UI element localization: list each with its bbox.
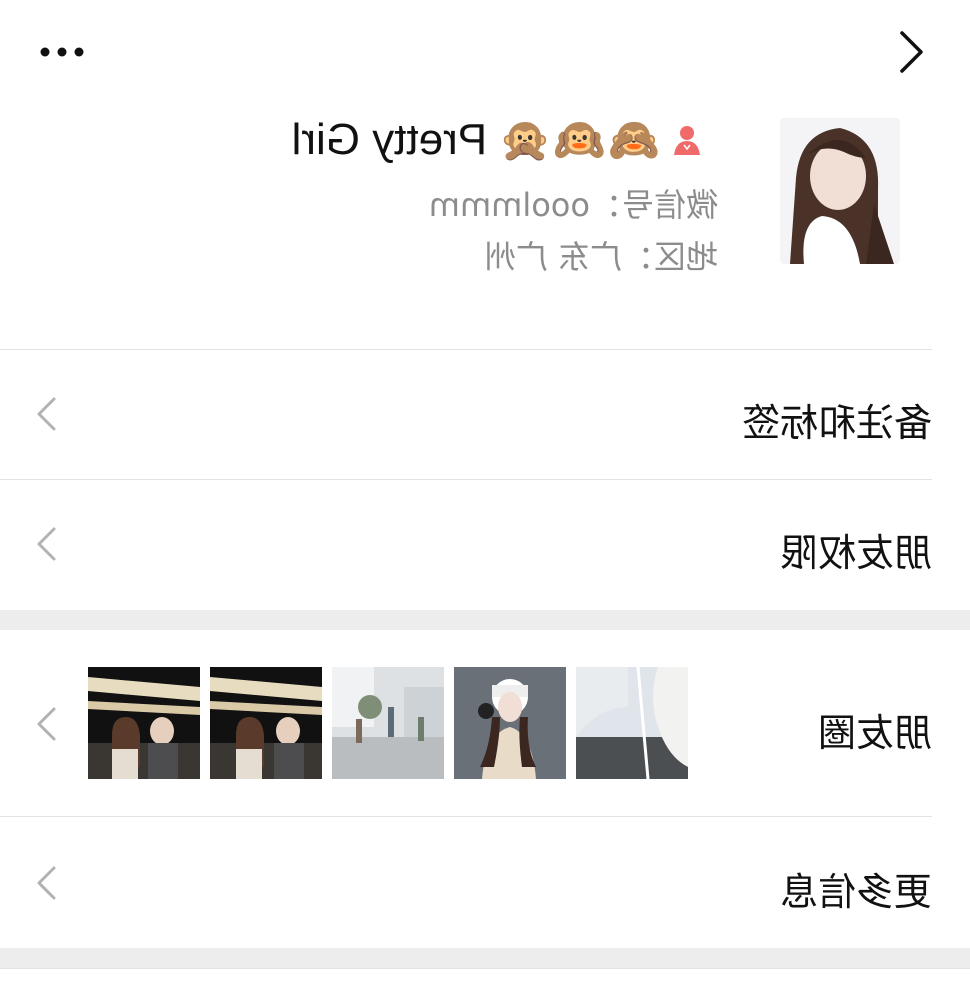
moment-photo[interactable] <box>88 667 200 779</box>
region: 地区：广东 广州 <box>483 238 718 276</box>
profile-header: 🙈🙉🙊 Pretty Girl 微信号：ooolmmm 地区：广东 广州 <box>0 100 970 350</box>
contact-name: Pretty Girl <box>291 115 488 164</box>
chevron-back-icon <box>900 31 923 73</box>
more-dots-icon <box>40 47 84 57</box>
row-more-label: 更多信息 <box>779 870 932 914</box>
avatar[interactable] <box>780 118 900 264</box>
row-friend-permissions[interactable]: 朋友权限 <box>0 480 932 608</box>
top-bar <box>0 0 970 100</box>
section-gap <box>0 610 970 630</box>
chevron-right-icon <box>37 707 56 741</box>
row-more-info[interactable]: 更多信息 <box>0 817 932 947</box>
moment-photo[interactable] <box>454 667 566 779</box>
back-button[interactable] <box>882 22 942 82</box>
name-emojis: 🙈🙉🙊 <box>497 115 660 164</box>
row-remark-tags[interactable]: 备注和标签 <box>0 350 932 478</box>
female-icon <box>674 126 700 155</box>
moment-photo[interactable] <box>210 667 322 779</box>
name-row: 🙈🙉🙊 Pretty Girl <box>292 110 718 170</box>
row-moments-label: 朋友圈 <box>817 711 932 755</box>
section-gap <box>0 948 970 968</box>
chevron-right-icon <box>37 527 56 561</box>
row-permission-label: 朋友权限 <box>779 531 932 575</box>
more-options-button[interactable] <box>26 26 98 78</box>
chevron-right-icon <box>37 397 56 431</box>
row-moments[interactable]: 朋友圈 <box>0 630 932 816</box>
moment-photo[interactable] <box>576 667 688 779</box>
contact-profile-screen: 🙈🙉🙊 Pretty Girl 微信号：ooolmmm 地区：广东 广州 备注和… <box>0 0 970 1000</box>
row-remark-label: 备注和标签 <box>741 401 932 445</box>
moments-thumbnails <box>88 667 688 779</box>
chevron-right-icon <box>37 866 56 900</box>
divider <box>0 968 970 969</box>
wechat-id: 微信号：ooolmmm <box>428 186 718 224</box>
moment-photo[interactable] <box>332 667 444 779</box>
